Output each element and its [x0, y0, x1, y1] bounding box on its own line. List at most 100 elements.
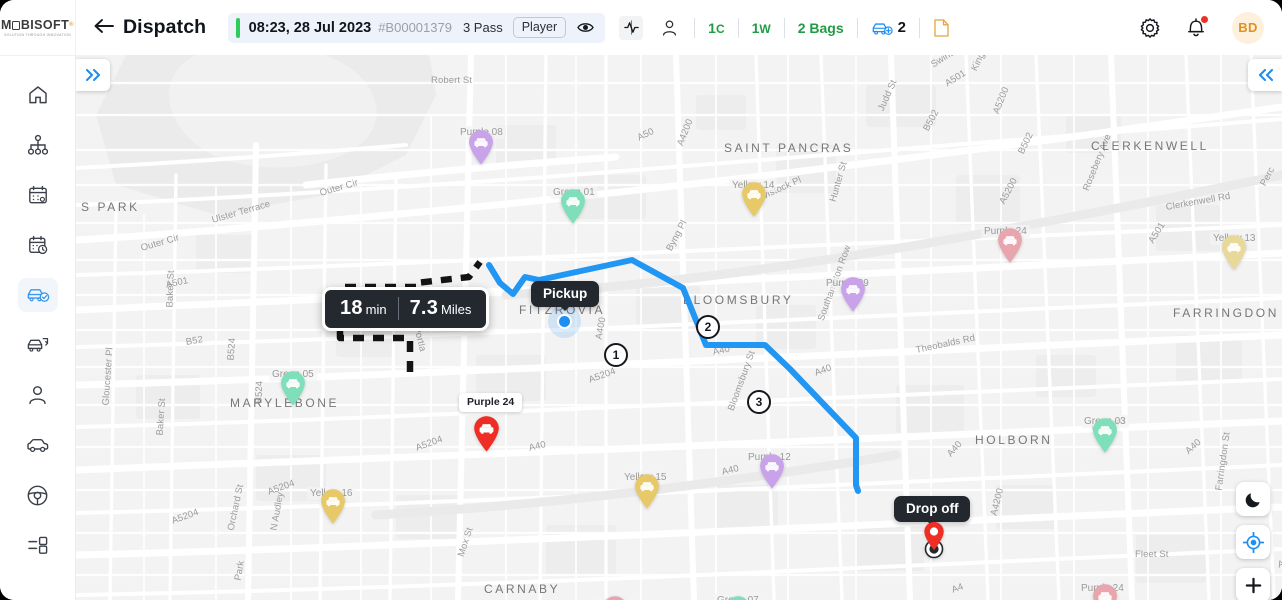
eta-minutes-value: 18	[340, 297, 363, 319]
vehicle-pin[interactable]	[633, 473, 661, 510]
vehicle-marker-icon	[998, 228, 1022, 263]
chevrons-left-icon	[1258, 68, 1273, 82]
car-icon	[26, 439, 48, 453]
preview-eye-button[interactable]	[577, 21, 594, 34]
player-mode-badge[interactable]: Player	[512, 17, 567, 38]
back-button[interactable]	[92, 17, 114, 38]
vehicle-marker-icon	[729, 596, 747, 600]
sidebar-item-reports[interactable]	[18, 528, 58, 562]
waypoint-2[interactable]: 2	[696, 315, 720, 339]
vehicle-pin[interactable]	[467, 129, 495, 166]
child-count-value: 1	[708, 19, 716, 36]
bags-count: 2 Bags	[797, 19, 844, 36]
vehicle-pin[interactable]	[724, 595, 752, 600]
brand-trademark-icon: ®	[69, 22, 74, 29]
vehicle-marker-icon	[474, 416, 499, 452]
dropoff-pin[interactable]	[922, 521, 946, 559]
vehicle-pin[interactable]	[1091, 583, 1119, 600]
eta-distance-value: 7.3	[409, 297, 439, 319]
app-root: M BISOFT ® SOLUTION THROUGH INNOVATION D…	[0, 0, 1282, 600]
brand-logo[interactable]: M BISOFT ® SOLUTION THROUGH INNOVATION	[0, 0, 76, 55]
map-canvas[interactable]: Swinton StA501King's Cross RdPercRobert …	[76, 55, 1282, 600]
brand-logo-rest: BISOFT	[20, 17, 70, 32]
divider	[737, 17, 739, 38]
sidebar-item-dispatch[interactable]	[17, 278, 58, 312]
sidebar-item-passengers[interactable]	[18, 378, 58, 412]
header-actions: BD	[1140, 11, 1282, 44]
vehicle-pin[interactable]	[1220, 234, 1248, 271]
vehicle-pin[interactable]	[601, 595, 629, 600]
sidebar-item-drivers[interactable]	[18, 478, 58, 512]
pickup-origin-dot[interactable]	[557, 314, 572, 329]
vehicle-pin[interactable]	[839, 276, 867, 313]
vehicle-pin[interactable]	[559, 188, 587, 225]
passenger-icon-button[interactable]	[657, 16, 681, 40]
vehicle-marker-icon	[321, 489, 345, 524]
note-button[interactable]	[934, 18, 949, 37]
sidebar-item-vehicles[interactable]	[18, 428, 58, 462]
notifications-button[interactable]	[1186, 15, 1209, 38]
divider	[694, 17, 696, 38]
dark-mode-button[interactable]	[1236, 482, 1270, 516]
vehicle-marker-icon	[841, 277, 865, 312]
brand-logo-text: M BISOFT ®	[1, 19, 74, 32]
vehicle-count-group[interactable]: 2	[871, 19, 906, 36]
notification-badge-dot	[1200, 15, 1209, 24]
eta-card: 18 min 7.3 Miles	[322, 287, 490, 331]
tracked-vehicle-pin[interactable]	[472, 415, 501, 453]
waypoint-1[interactable]: 1	[604, 343, 628, 367]
waypoint-3[interactable]: 3	[747, 390, 771, 414]
vehicle-pin[interactable]	[740, 181, 768, 218]
eta-divider	[397, 297, 399, 320]
left-sidebar	[0, 55, 76, 600]
expand-left-panel-button[interactable]	[76, 59, 110, 91]
settings-button[interactable]	[1140, 17, 1160, 38]
pulse-button[interactable]	[619, 15, 644, 40]
car-transfer-icon	[27, 338, 48, 352]
brand-logo-m: M	[1, 17, 12, 32]
passenger-count: 3 Pass	[462, 20, 503, 35]
car-check-icon	[27, 289, 49, 302]
collapse-right-panel-button[interactable]	[1248, 59, 1282, 91]
org-chart-icon	[27, 134, 48, 155]
steering-wheel-icon	[27, 485, 48, 505]
chevrons-right-icon	[85, 68, 100, 82]
vehicle-marker-icon	[635, 474, 659, 509]
sidebar-item-calendar[interactable]	[18, 178, 58, 212]
divider	[856, 17, 858, 38]
trip-datetime: 08:23, 28 Jul 2023	[248, 19, 372, 36]
eta-distance-unit: Miles	[441, 302, 472, 317]
trip-summary-chip: 08:23, 28 Jul 2023 #B00001379 3 Pass Pla…	[228, 12, 606, 43]
wheelchair-count-unit: W	[759, 21, 771, 36]
vehicle-marker-icon	[1093, 584, 1117, 600]
pulse-icon	[623, 20, 639, 35]
brand-tagline: SOLUTION THROUGH INNOVATION	[3, 33, 72, 38]
vehicle-pin[interactable]	[279, 370, 307, 407]
locate-me-button[interactable]	[1236, 525, 1270, 559]
vehicle-count-value: 2	[897, 19, 906, 36]
vehicle-pin[interactable]	[319, 488, 347, 525]
sidebar-item-fleet[interactable]	[18, 328, 58, 362]
gear-icon	[1140, 17, 1160, 38]
vehicle-marker-icon	[760, 454, 784, 489]
sidebar-item-home[interactable]	[18, 78, 58, 112]
map-base-tiles	[76, 55, 1282, 600]
list-settings-icon	[27, 536, 47, 554]
zoom-in-button[interactable]	[1236, 568, 1270, 600]
vehicle-pin[interactable]	[1091, 417, 1119, 454]
vehicle-marker-icon	[1093, 418, 1117, 453]
moon-icon	[1245, 492, 1260, 507]
vehicle-pin[interactable]	[758, 453, 786, 490]
arrow-left-icon	[94, 19, 114, 33]
user-avatar[interactable]: BD	[1232, 11, 1264, 44]
calendar-icon	[28, 185, 47, 204]
vehicle-pin[interactable]	[996, 227, 1024, 264]
eta-distance: 7.3 Miles	[410, 297, 472, 320]
sidebar-item-hierarchy[interactable]	[18, 128, 58, 162]
sidebar-item-schedule[interactable]	[18, 228, 58, 262]
vehicle-marker-icon	[281, 371, 305, 406]
note-icon	[934, 18, 949, 37]
eta-duration: 18 min	[340, 297, 387, 320]
wheelchair-count: 1W	[752, 20, 771, 36]
vehicle-marker-icon	[469, 130, 493, 165]
